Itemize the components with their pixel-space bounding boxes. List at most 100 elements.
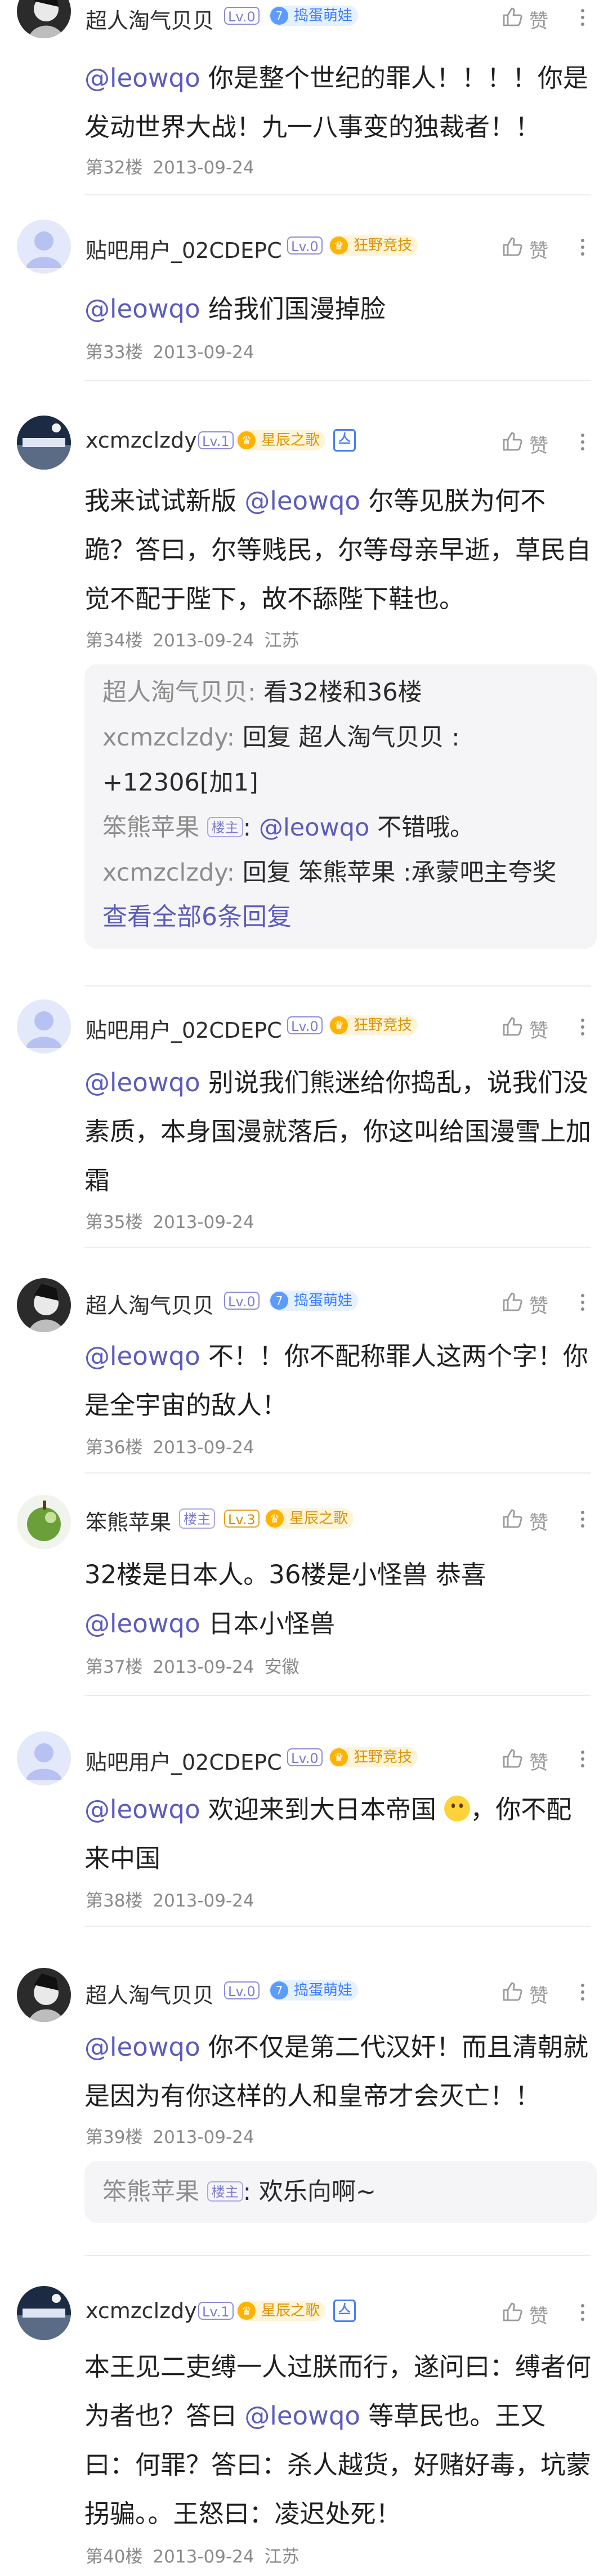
thumbs-up-icon [503, 2302, 522, 2321]
like-label: 赞 [529, 435, 548, 457]
thumbs-up-icon [503, 1017, 522, 1036]
like-button[interactable]: 赞 [501, 1288, 563, 1318]
mention-link[interactable]: @leowqo [84, 1609, 200, 1639]
fan-badge: 7 捣蛋萌娃 [269, 6, 359, 26]
username[interactable]: 贴吧用户_02CDEPC [86, 1745, 282, 1776]
avatar[interactable] [17, 220, 71, 274]
reply-item[interactable]: 笨熊苹果 楼主: 欢乐向啊~ [102, 2175, 587, 2209]
thumbs-up-icon [503, 1292, 522, 1311]
gem-icon: 7 [270, 1292, 288, 1310]
post-meta: 第33楼 2013-09-24 [86, 342, 254, 363]
username[interactable]: 笨熊苹果 [86, 1505, 171, 1536]
more-options-icon[interactable] [575, 1288, 590, 1316]
like-button[interactable]: 赞 [501, 1745, 563, 1774]
like-button[interactable]: 赞 [501, 233, 563, 262]
thumbs-up-icon [503, 1982, 522, 2001]
more-options-icon[interactable] [575, 428, 590, 456]
username[interactable]: xcmzclzdy [86, 2298, 197, 2323]
mention-link[interactable]: @leowqo [84, 1794, 200, 1824]
louzhu-badge: 楼主 [179, 1508, 215, 1529]
post-meta: 第35楼 2013-09-24 [86, 1212, 254, 1233]
mention-link[interactable]: @leowqo [84, 63, 200, 93]
avatar[interactable] [17, 416, 71, 470]
like-button[interactable]: 赞 [501, 428, 563, 457]
like-label: 赞 [529, 1752, 548, 1774]
louzhu-badge: 楼主 [207, 817, 243, 837]
username[interactable]: xcmzclzdy [86, 428, 197, 453]
username[interactable]: 超人淘气贝贝 [86, 1288, 214, 1319]
like-button[interactable]: 赞 [501, 1505, 563, 1534]
avatar[interactable] [17, 1495, 71, 1549]
more-options-icon[interactable] [575, 2298, 590, 2327]
like-button[interactable]: 赞 [501, 2298, 563, 2328]
like-label: 赞 [529, 1020, 548, 1042]
gem-icon: 7 [270, 1981, 288, 1999]
post-content: 本王见二吏缚一人过朕而行，遂问曰：缚者何为者也？答曰 @leowqo 等草民也。… [84, 2352, 592, 2529]
more-options-icon[interactable] [575, 3, 590, 32]
level-badge: Lv.0 [224, 1292, 260, 1310]
avatar[interactable] [17, 1968, 71, 2022]
fan-badge: ♛ 狂野竞技 [329, 1015, 418, 1035]
username[interactable]: 超人淘气贝贝 [86, 3, 214, 34]
mention-link[interactable]: @leowqo [259, 814, 369, 842]
mention-link[interactable]: @leowqo [84, 294, 200, 324]
more-options-icon[interactable] [575, 1013, 590, 1041]
like-button[interactable]: 赞 [501, 1978, 563, 2007]
post-meta: 第32楼 2013-09-24 [86, 158, 254, 178]
more-options-icon[interactable] [575, 1978, 590, 2006]
reply-item[interactable]: xcmzclzdy: 回复 超人淘气贝贝 : [102, 721, 587, 755]
more-options-icon[interactable] [575, 233, 590, 261]
post-content: @leowqo 别说我们熊迷给你捣乱，说我们没素质，本身国漫就落后，你这叫给国漫… [84, 1068, 592, 1195]
crown-icon: ♛ [238, 2302, 256, 2320]
gem-icon: 7 [270, 7, 288, 25]
post-content: 我来试试新版 @leowqo 尔等见朕为何不跪？答曰，尔等贱民，尔等母亲早逝，草… [84, 486, 592, 614]
more-options-icon[interactable] [575, 1505, 590, 1533]
mention-link[interactable]: @leowqo [84, 1341, 200, 1371]
post-meta: 第38楼 2013-09-24 [86, 1891, 254, 1911]
vip-icon: 亼 [333, 2300, 356, 2322]
avatar[interactable] [17, 2286, 71, 2340]
mention-link[interactable]: @leowqo [244, 486, 360, 516]
username[interactable]: 贴吧用户_02CDEPC [86, 1013, 282, 1044]
post-content: @leowqo 欢迎来到大日本帝国 ，你不配来中国 [84, 1794, 572, 1873]
reply-item: +12306[加1] [102, 769, 258, 797]
level-badge: Lv.0 [287, 1016, 323, 1034]
post-meta: 第39楼 2013-09-24 [86, 2127, 254, 2148]
mention-link[interactable]: @leowqo [244, 2401, 360, 2431]
divider [84, 1695, 591, 1696]
thumbs-up-icon [503, 1509, 522, 1528]
level-badge: Lv.0 [224, 1981, 260, 1999]
mention-link[interactable]: @leowqo [84, 2032, 200, 2062]
divider [84, 1247, 591, 1248]
divider [84, 194, 591, 195]
reply-item[interactable]: xcmzclzdy: 回复 笨熊苹果 :承蒙吧主夸奖 [102, 856, 587, 890]
like-label: 赞 [529, 240, 548, 262]
level-badge: Lv.3 [224, 1510, 260, 1528]
reply-preview-box[interactable]: 笨熊苹果 楼主: 欢乐向啊~ [84, 2161, 597, 2223]
post-content: @leowqo 你不仅是第二代汉奸！而且清朝就是因为有你这样的人和皇帝才会灭亡！… [84, 2032, 588, 2111]
like-label: 赞 [529, 1985, 548, 2007]
post-content: @leowqo 给我们国漫掉脸 [84, 294, 386, 324]
avatar[interactable] [17, 999, 71, 1053]
reply-item[interactable]: 笨熊苹果 楼主: @leowqo 不错哦。 [102, 811, 587, 845]
view-all-replies-link[interactable]: 查看全部6条回复 [102, 896, 292, 932]
crown-icon: ♛ [238, 431, 256, 449]
avatar[interactable] [17, 0, 71, 38]
crown-icon: ♛ [330, 1748, 348, 1766]
avatar[interactable] [17, 1278, 71, 1332]
username[interactable]: 超人淘气贝贝 [86, 1978, 214, 2009]
fan-badge: ♛ 星辰之歌 [236, 430, 326, 450]
fan-badge: ♛ 星辰之歌 [236, 2301, 326, 2321]
post-content: 32楼是日本人。36楼是小怪兽 恭喜 @leowqo 日本小怪兽 [84, 1560, 486, 1639]
like-label: 赞 [529, 2305, 548, 2328]
like-button[interactable]: 赞 [501, 1013, 563, 1042]
reply-preview-box[interactable]: 超人淘气贝贝: 看32楼和36楼 xcmzclzdy: 回复 超人淘气贝贝 : … [84, 664, 597, 949]
post-meta: 第36楼 2013-09-24 [86, 1437, 254, 1458]
like-button[interactable]: 赞 [501, 3, 563, 33]
like-label: 赞 [529, 1512, 548, 1534]
more-options-icon[interactable] [575, 1745, 590, 1773]
reply-item[interactable]: 超人淘气贝贝: 看32楼和36楼 [102, 676, 587, 709]
avatar[interactable] [17, 1731, 71, 1785]
username[interactable]: 贴吧用户_02CDEPC [86, 233, 282, 264]
mention-link[interactable]: @leowqo [84, 1068, 200, 1097]
